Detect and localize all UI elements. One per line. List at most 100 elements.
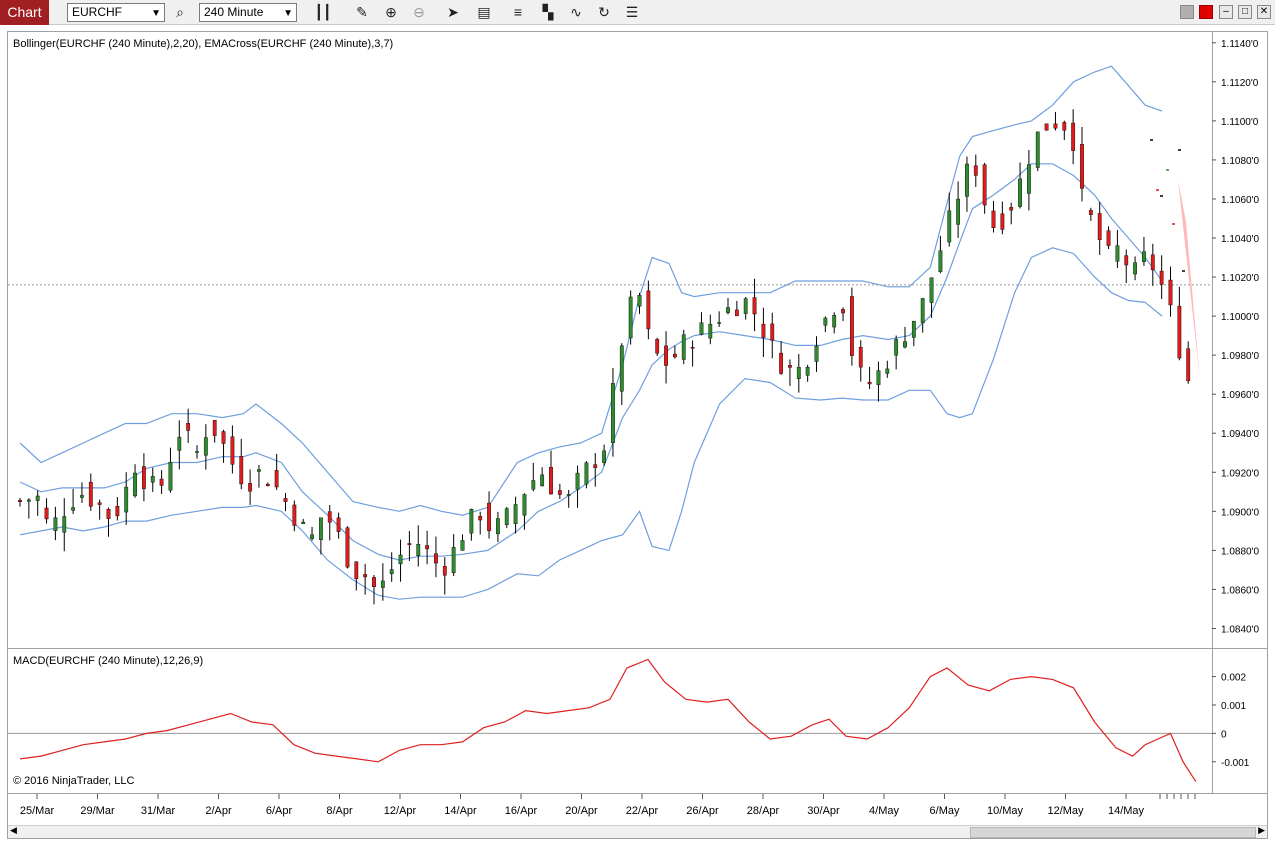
candle-body xyxy=(1000,213,1005,230)
candle-body xyxy=(1159,270,1164,285)
candle-body xyxy=(504,508,509,525)
candle-body xyxy=(203,437,208,456)
scroll-left-icon[interactable]: ◀ xyxy=(10,825,17,836)
scrollbar-thumb[interactable] xyxy=(970,827,1256,838)
x-tick-label: 30/Apr xyxy=(807,805,840,817)
candle-body xyxy=(425,545,429,550)
candle-body xyxy=(80,495,84,498)
candle-body xyxy=(487,502,491,532)
candle-body xyxy=(177,436,182,451)
x-tick-label: 6/Apr xyxy=(266,805,293,817)
candle-body xyxy=(239,456,244,485)
x-tick-label: 26/Apr xyxy=(686,805,719,817)
x-tick-label: 31/Mar xyxy=(141,805,176,817)
candle-body xyxy=(150,476,155,483)
macd-line xyxy=(19,658,1197,782)
x-tick-label: 4/May xyxy=(869,805,899,817)
candle-body xyxy=(602,450,607,463)
candle-body xyxy=(814,345,819,362)
candle-body xyxy=(301,521,306,524)
candle-body xyxy=(956,198,961,225)
candle-body xyxy=(230,436,235,465)
candle-body xyxy=(319,517,323,540)
candle-body xyxy=(1018,178,1022,207)
candle-body xyxy=(71,507,76,511)
candle-body xyxy=(743,298,748,314)
candle-body xyxy=(1142,251,1146,262)
horizontal-scrollbar[interactable]: ◀ ▶ xyxy=(8,825,1267,838)
candle-body xyxy=(1080,144,1084,189)
y-tick-label: 1.1120'0 xyxy=(1221,78,1259,89)
candle-body xyxy=(690,347,695,349)
candle-body xyxy=(354,561,359,580)
candle-body xyxy=(1053,123,1058,129)
candle-body xyxy=(186,423,191,431)
candle-body xyxy=(265,483,270,487)
y-tick-label: 1.1140'0 xyxy=(1221,39,1259,50)
y-tick-label: 1.0880'0 xyxy=(1221,546,1259,557)
candle-body xyxy=(478,516,483,521)
candle-body xyxy=(159,478,164,486)
y-tick-label: 1.1020'0 xyxy=(1221,273,1259,284)
candle-body xyxy=(212,420,217,436)
candle-body xyxy=(637,295,642,307)
candle-body xyxy=(770,323,775,341)
candle-body xyxy=(1009,207,1014,211)
candle-body xyxy=(566,494,571,496)
candle-body xyxy=(1044,123,1049,131)
candle-body xyxy=(628,296,633,339)
candle-body xyxy=(708,323,713,339)
candle-body xyxy=(1115,245,1120,262)
candle-body xyxy=(1062,122,1067,131)
y-tick-label: 1.0840'0 xyxy=(1221,624,1259,635)
x-tick-label: 2/Apr xyxy=(205,805,232,817)
y-tick-label: 1.1000'0 xyxy=(1221,312,1259,323)
x-tick-label: 14/Apr xyxy=(444,805,477,817)
x-tick-label: 20/Apr xyxy=(565,805,598,817)
candle-body xyxy=(1186,348,1191,382)
x-tick-label: 10/May xyxy=(987,805,1024,817)
candle-body xyxy=(938,250,943,272)
candle-body xyxy=(681,334,686,360)
y-tick-label: 1.0920'0 xyxy=(1221,468,1259,479)
candle-body xyxy=(195,451,199,453)
candle-body xyxy=(779,352,784,374)
candle-body xyxy=(363,574,368,578)
macd-panel-title: MACD(EURCHF (240 Minute),12,26,9) xyxy=(13,655,203,667)
candle-body xyxy=(496,518,500,535)
candle-body xyxy=(248,483,252,492)
candle-body xyxy=(850,296,854,356)
candle-body xyxy=(991,210,996,228)
candle-body xyxy=(97,502,102,505)
candle-body xyxy=(1168,279,1173,306)
macd-panel: 0.002 0.001 0 -0.001 xyxy=(8,658,1250,782)
x-tick-label: 25/Mar xyxy=(20,805,55,817)
candle-body xyxy=(513,504,518,524)
x-tick-label: 29/Mar xyxy=(80,805,115,817)
candle-body xyxy=(35,495,40,501)
candle-body xyxy=(1177,305,1182,359)
scroll-right-icon[interactable]: ▶ xyxy=(1258,825,1265,836)
candle-body xyxy=(655,339,660,354)
chart-canvas[interactable]: 1.1140'0 1.1120'0 1.1100'0 1.1080'0 1.1060'0… xyxy=(0,0,1275,847)
candle-body xyxy=(327,511,332,523)
candle-body xyxy=(858,347,863,368)
candle-body xyxy=(133,472,137,497)
candle-body xyxy=(540,474,545,487)
candle-body xyxy=(1026,164,1031,194)
macd-y-tick-label: 0.001 xyxy=(1221,701,1246,712)
x-tick-label: 28/Apr xyxy=(747,805,780,817)
candle-body xyxy=(257,469,261,472)
x-tick-label: 8/Apr xyxy=(326,805,353,817)
x-tick-label: 22/Apr xyxy=(626,805,659,817)
candle-body xyxy=(389,569,394,575)
candle-body xyxy=(752,297,757,315)
candle-body xyxy=(876,370,881,385)
candle-body xyxy=(920,298,925,324)
candle-body xyxy=(894,339,899,356)
candle-body xyxy=(141,466,146,489)
candle-body xyxy=(398,554,403,565)
candle-body xyxy=(903,341,907,348)
candle-body xyxy=(62,516,67,533)
candle-body xyxy=(1071,122,1076,151)
